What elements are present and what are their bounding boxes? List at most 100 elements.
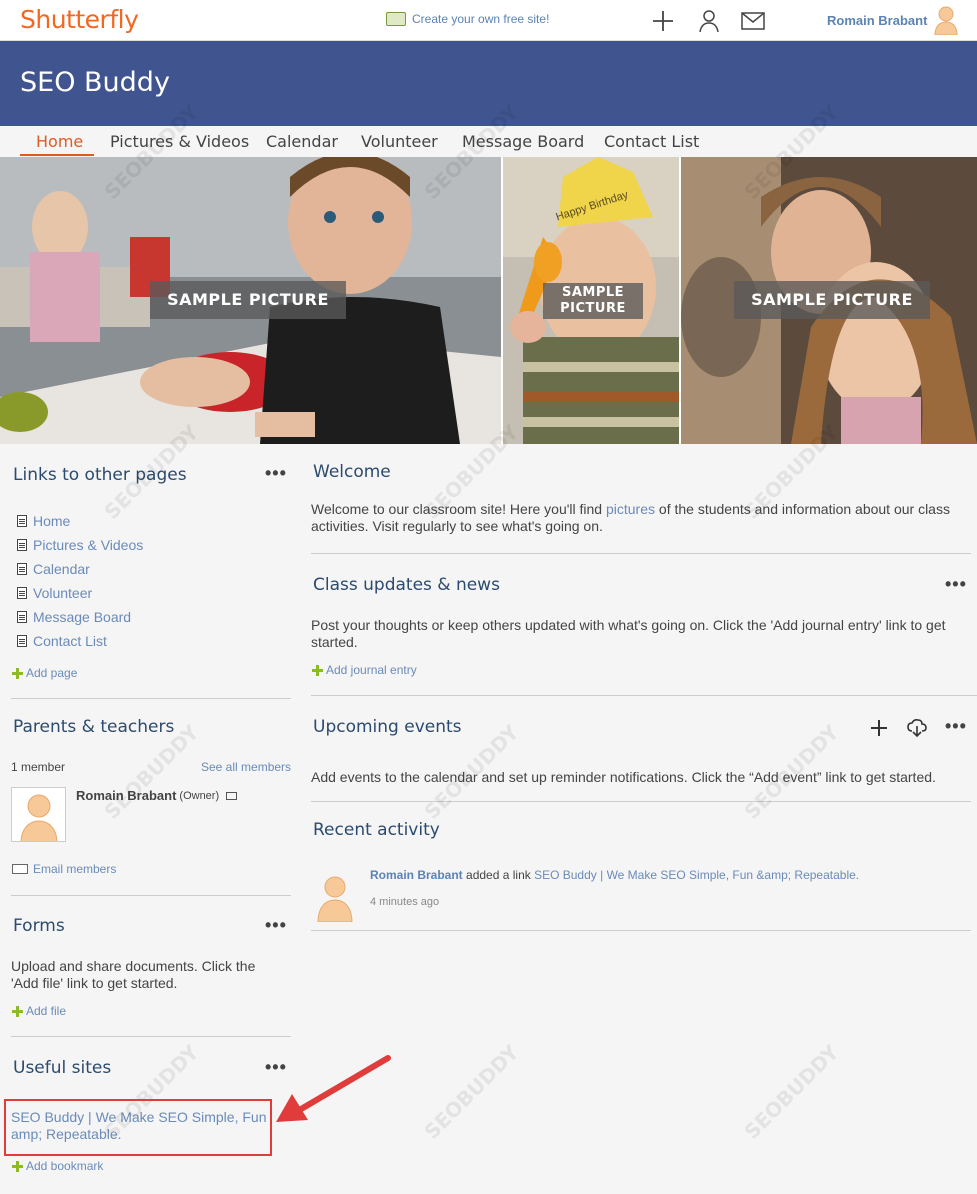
pictures-link[interactable]: pictures (606, 501, 655, 517)
divider (311, 930, 971, 931)
photo-strip: SAMPLE PICTURE Happy Birthday SAMPLE PIC… (0, 157, 977, 444)
divider (11, 698, 291, 699)
useful-sites-title: Useful sites (13, 1058, 112, 1078)
annotation-highlight-box (4, 1099, 272, 1156)
shutterfly-logo[interactable]: Shutterfly (20, 5, 139, 34)
tab-pictures-videos[interactable]: Pictures & Videos (110, 132, 249, 151)
annotation-arrow-icon (276, 1055, 391, 1122)
cloud-download-icon[interactable] (907, 719, 927, 737)
main-content: Welcome Welcome to our classroom site! H… (300, 444, 977, 1194)
divider (311, 801, 971, 802)
add-journal-label: Add journal entry (326, 663, 417, 677)
sample-label-line-1: SAMPLE (561, 285, 625, 300)
contact-card-icon[interactable] (226, 791, 238, 800)
sample-picture-label-3: SAMPLE PICTURE (734, 281, 930, 319)
divider (11, 895, 291, 896)
page-link-pictures-videos[interactable]: Pictures & Videos (17, 537, 143, 553)
create-site-link[interactable]: Create your own free site! (386, 12, 549, 26)
email-members-label: Email members (33, 862, 117, 876)
activity-avatar-icon[interactable] (315, 874, 355, 922)
page-link-label: Contact List (33, 633, 107, 649)
add-page-link[interactable]: Add page (12, 666, 77, 680)
activity-link[interactable]: SEO Buddy | We Make SEO Simple, Fun &amp… (534, 868, 859, 882)
sample-photo-3[interactable]: SAMPLE PICTURE (681, 157, 977, 444)
page-link-contact-list[interactable]: Contact List (17, 633, 107, 649)
forms-section-title: Forms (13, 916, 65, 936)
add-journal-entry-link[interactable]: Add journal entry (312, 663, 417, 677)
parents-section-title: Parents & teachers (13, 717, 175, 737)
class-updates-title: Class updates & news (313, 575, 500, 595)
page-link-label: Pictures & Videos (33, 537, 144, 553)
page-icon (17, 587, 27, 599)
see-all-members-link[interactable]: See all members (201, 760, 291, 774)
page-icon (17, 611, 27, 623)
page-link-home[interactable]: Home (17, 513, 70, 529)
add-event-plus-icon[interactable] (870, 719, 888, 737)
add-bookmark-label: Add bookmark (26, 1159, 104, 1173)
user-name[interactable]: Romain Brabant (827, 13, 927, 28)
welcome-title: Welcome (313, 462, 391, 482)
activity-action: added a link (462, 868, 535, 882)
sample-label-line-2: PICTURE (560, 301, 626, 316)
email-members-link[interactable]: Email members (12, 862, 116, 876)
sample-picture-label-2: SAMPLE PICTURE (543, 283, 643, 319)
tab-calendar[interactable]: Calendar (266, 132, 338, 151)
website-icon (386, 12, 406, 26)
sample-photo-1[interactable]: SAMPLE PICTURE (0, 157, 501, 444)
links-more-menu[interactable]: ••• (265, 463, 287, 484)
welcome-text: Welcome to our classroom site! Here you'… (311, 501, 971, 535)
mail-icon[interactable] (741, 9, 765, 33)
green-plus-icon (12, 667, 23, 679)
add-file-link[interactable]: Add file (12, 1004, 66, 1018)
green-plus-icon (12, 1005, 23, 1017)
tab-home[interactable]: Home (36, 132, 83, 151)
create-site-label: Create your own free site! (412, 12, 550, 26)
page-link-label: Volunteer (33, 585, 93, 601)
tab-volunteer[interactable]: Volunteer (361, 132, 438, 151)
avatar-icon (20, 794, 58, 841)
page-link-label: Calendar (33, 561, 90, 577)
activity-time: 4 minutes ago (370, 896, 440, 908)
forms-description: Upload and share documents. Click the 'A… (11, 958, 256, 991)
page-link-label: Message Board (33, 609, 132, 625)
green-plus-icon (312, 664, 323, 676)
page-link-label: Home (33, 513, 71, 529)
recent-activity-title: Recent activity (313, 820, 440, 840)
upcoming-events-title: Upcoming events (313, 717, 462, 737)
sample-photo-2[interactable]: Happy Birthday SAMPLE PICTURE (503, 157, 679, 444)
page-link-calendar[interactable]: Calendar (17, 561, 90, 577)
plus-icon[interactable] (651, 9, 675, 33)
class-updates-text: Post your thoughts or keep others update… (311, 617, 946, 650)
member-name[interactable]: Romain Brabant (76, 788, 176, 803)
member-entry: Romain Brabant (Owner) (76, 788, 238, 803)
welcome-text-part: Welcome to our classroom site! Here you'… (311, 501, 606, 517)
member-count: 1 member (11, 760, 66, 774)
page-link-volunteer[interactable]: Volunteer (17, 585, 92, 601)
divider (311, 553, 971, 554)
tab-contact-list[interactable]: Contact List (604, 132, 699, 151)
page-icon (17, 563, 27, 575)
member-role: (Owner) (179, 789, 220, 802)
page-icon (17, 515, 27, 527)
divider (311, 695, 977, 696)
envelope-icon (12, 864, 28, 874)
add-bookmark-link[interactable]: Add bookmark (12, 1159, 103, 1173)
tab-message-board[interactable]: Message Board (462, 132, 584, 151)
site-banner: SEO Buddy (0, 41, 977, 126)
top-bar: Shutterfly Create your own free site! Ro… (0, 0, 977, 41)
class-updates-more-menu[interactable]: ••• (945, 574, 967, 595)
active-tab-underline (20, 154, 94, 156)
add-page-label: Add page (26, 666, 78, 680)
left-sidebar: Links to other pages ••• Home Pictures &… (0, 444, 300, 1194)
links-section-title: Links to other pages (13, 465, 187, 485)
page-link-message-board[interactable]: Message Board (17, 609, 131, 625)
upcoming-events-more-menu[interactable]: ••• (945, 716, 967, 737)
user-avatar-icon[interactable] (933, 5, 959, 35)
green-plus-icon (12, 1160, 23, 1172)
forms-more-menu[interactable]: ••• (265, 915, 287, 936)
main-nav: Home Pictures & Videos Calendar Voluntee… (0, 126, 977, 157)
page-icon (17, 539, 27, 551)
activity-user-link[interactable]: Romain Brabant (370, 868, 463, 882)
person-icon[interactable] (697, 9, 721, 33)
member-avatar[interactable] (11, 787, 66, 842)
